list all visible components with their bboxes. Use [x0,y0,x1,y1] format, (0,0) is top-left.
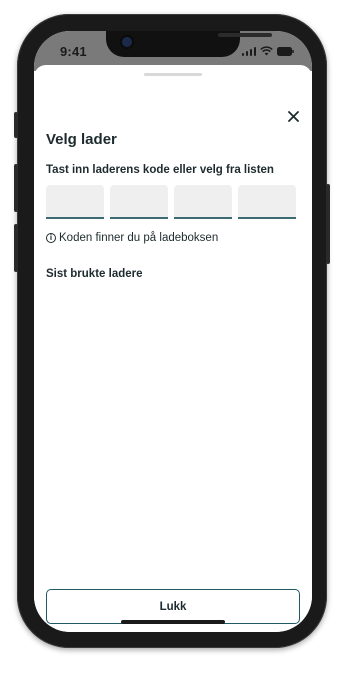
phone-screen: 9:41 Velg lader Tast inn laderens kode e… [34,31,312,632]
recent-chargers-title: Sist brukte ladere [46,268,143,280]
code-instruction: Tast inn laderens kode eller velg fra li… [46,164,274,176]
power-button [326,184,330,264]
charger-code-inputs [46,185,296,219]
code-input-2[interactable] [110,185,168,219]
code-input-1[interactable] [46,185,104,219]
close-button[interactable] [286,109,300,123]
front-camera [122,37,132,47]
lukk-button[interactable]: Lukk [46,589,300,624]
code-input-4[interactable] [238,185,296,219]
info-icon: i [46,233,56,243]
wifi-icon [260,46,273,56]
close-icon [287,110,299,122]
cellular-signal-icon [241,46,256,56]
select-charger-sheet: Velg lader Tast inn laderens kode eller … [34,65,312,632]
code-input-3[interactable] [174,185,232,219]
sheet-grabber-handle[interactable] [144,73,202,76]
code-hint-text: Koden finner du på ladeboksen [59,232,219,244]
volume-up-button [14,164,18,212]
volume-down-button [14,224,18,272]
code-hint: i Koden finner du på ladeboksen [46,232,218,244]
status-time: 9:41 [60,44,87,59]
sheet-title: Velg lader [46,131,117,148]
status-icons [241,44,295,56]
speaker-grille [218,33,272,37]
mute-switch [14,112,18,138]
battery-icon [277,47,294,56]
home-indicator[interactable] [121,620,225,624]
